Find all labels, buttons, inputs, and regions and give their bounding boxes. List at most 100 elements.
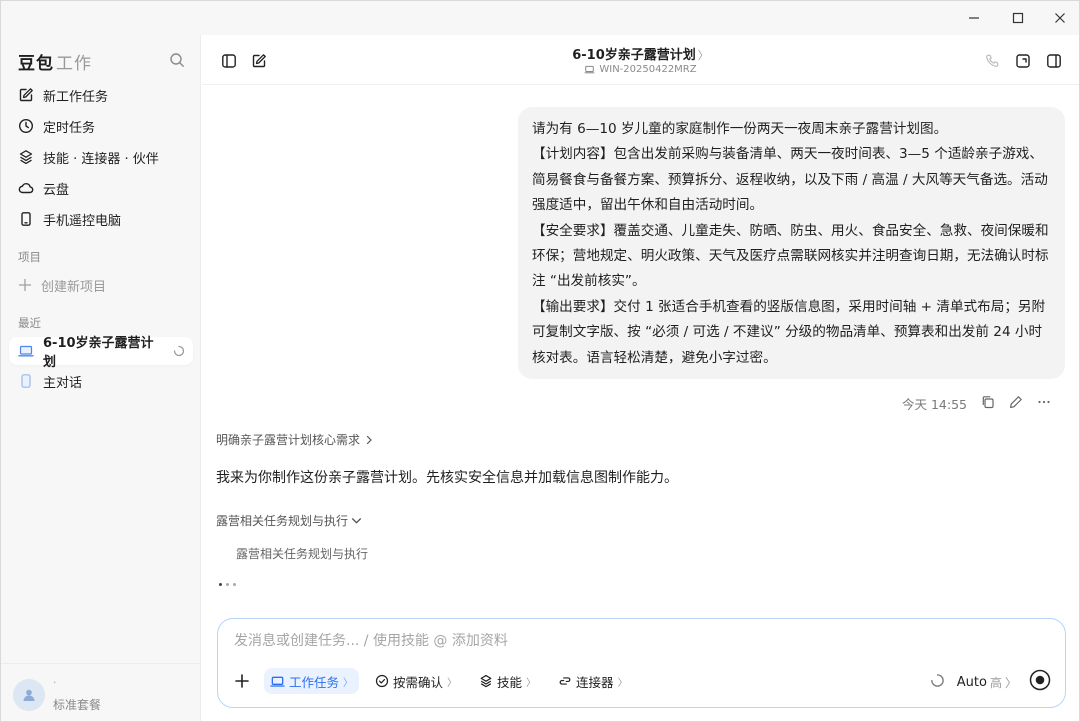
cloud-icon bbox=[18, 182, 34, 194]
task-plan-toggle[interactable]: 露营相关任务规划与执行 bbox=[216, 512, 362, 529]
right-panel-icon bbox=[1047, 54, 1061, 68]
brand-sub: 工作 bbox=[56, 54, 92, 74]
nav-phone-remote[interactable]: 手机遥控电脑 bbox=[9, 205, 193, 233]
chevron-right-icon: 〉 bbox=[526, 677, 537, 689]
phone-icon bbox=[21, 212, 31, 226]
chevron-right-icon: 〉 bbox=[1004, 675, 1017, 690]
loading-spinner bbox=[930, 673, 945, 692]
nav-cloud-drive[interactable]: 云盘 bbox=[9, 174, 193, 202]
recent-item-main-chat[interactable]: 主对话 bbox=[9, 367, 193, 395]
conversation-title[interactable]: 6-10岁亲子露营计划〉 bbox=[202, 44, 1079, 63]
chevron-right-icon: 〉 bbox=[343, 677, 354, 689]
avatar[interactable] bbox=[13, 679, 45, 711]
model-level: 高 bbox=[989, 675, 1002, 690]
message-composer: 工作任务〉 按需确认〉 技能〉 连接器〉 bbox=[217, 618, 1066, 708]
nav-phone-remote-label: 手机遥控电脑 bbox=[43, 213, 122, 229]
recent-item-main-chat-label: 主对话 bbox=[43, 375, 83, 391]
nav-skills-connectors-label: 技能 · 连接器 · 伙伴 bbox=[43, 151, 159, 167]
chevron-right-icon bbox=[366, 435, 372, 444]
brand-logo: 豆包 工作 bbox=[18, 49, 92, 74]
confirm-on-demand-button[interactable]: 按需确认〉 bbox=[369, 668, 463, 694]
more-icon bbox=[1038, 400, 1050, 403]
pencil-icon bbox=[1010, 395, 1022, 408]
search-icon bbox=[170, 53, 184, 67]
composer-right-tools: Auto 高 〉 bbox=[930, 669, 1051, 695]
recent-section-label: 最近 bbox=[18, 316, 41, 330]
device-name: WIN-20250422MRZ bbox=[599, 64, 697, 75]
app-window: 豆包 工作 新工作任务 定时任务 技能 · 连接器 · 伙伴 云盘 手机遥控电脑… bbox=[0, 0, 1080, 722]
message-timestamp: 今天 14:55 bbox=[902, 396, 967, 412]
link-icon bbox=[559, 677, 571, 685]
task-plan-item: 露营相关任务规划与执行 bbox=[236, 547, 369, 561]
task-plan-toggle-label: 露营相关任务规划与执行 bbox=[216, 514, 349, 528]
nav-new-task-label: 新工作任务 bbox=[43, 89, 109, 105]
chevron-down-icon bbox=[352, 518, 362, 524]
check-circle-icon bbox=[375, 674, 389, 688]
sidebar: 豆包 工作 新工作任务 定时任务 技能 · 连接器 · 伙伴 云盘 手机遥控电脑… bbox=[1, 35, 201, 721]
recent-item-camping-plan[interactable]: 6-10岁亲子露营计划 bbox=[9, 336, 193, 370]
plus-icon bbox=[235, 674, 249, 688]
loading-spinner-icon bbox=[173, 345, 185, 357]
laptop-icon bbox=[270, 676, 285, 687]
copy-window-icon bbox=[1016, 54, 1030, 68]
clock-icon bbox=[18, 118, 34, 134]
toggle-right-panel-button[interactable] bbox=[1043, 50, 1065, 72]
brand-main: 豆包 bbox=[18, 54, 54, 74]
conversation-header: 6-10岁亲子露营计划〉 WIN-20250422MRZ bbox=[202, 35, 1079, 85]
projects-section-label: 项目 bbox=[18, 250, 41, 264]
plus-icon bbox=[18, 278, 32, 292]
chevron-right-icon: 〉 bbox=[697, 49, 709, 62]
phone-call-icon bbox=[986, 54, 999, 67]
conversation-title-text: 6-10岁亲子露营计划 bbox=[572, 48, 696, 63]
account-panel[interactable]: · 标准套餐 bbox=[1, 663, 201, 721]
main-panel: 6-10岁亲子露营计划〉 WIN-20250422MRZ 请为有 6—10 岁儿… bbox=[202, 35, 1079, 721]
minimize-button[interactable] bbox=[956, 1, 992, 35]
assistant-reply-text: 我来为你制作这份亲子露营计划。先核实安全信息并加载信息图制作能力。 bbox=[216, 470, 678, 486]
step-summary-text: 明确亲子露营计划核心需求 bbox=[216, 433, 361, 447]
composer-toolbar: 工作任务〉 按需确认〉 技能〉 连接器〉 bbox=[230, 667, 634, 695]
laptop-icon bbox=[18, 345, 34, 357]
message-input[interactable] bbox=[234, 633, 1034, 649]
nav-scheduled-tasks[interactable]: 定时任务 bbox=[9, 112, 193, 140]
connectors-label: 连接器 bbox=[576, 674, 614, 690]
user-message-paragraph: 【输出要求】交付 1 张适合手机查看的竖版信息图，采用时间轴 + 清单式布局；另… bbox=[532, 298, 1046, 366]
account-plan: 标准套餐 bbox=[53, 698, 102, 712]
create-project-button[interactable]: 创建新项目 bbox=[9, 271, 193, 299]
layers-icon bbox=[19, 150, 33, 165]
work-task-mode-label: 工作任务 bbox=[289, 674, 340, 690]
user-icon bbox=[23, 689, 35, 701]
close-window-button[interactable] bbox=[1042, 1, 1078, 35]
model-selector[interactable]: Auto 高 〉 bbox=[957, 674, 1017, 691]
nav-scheduled-tasks-label: 定时任务 bbox=[43, 120, 96, 136]
maximize-button[interactable] bbox=[1000, 1, 1036, 35]
user-message-paragraph: 请为有 6—10 岁儿童的家庭制作一份两天一夜周末亲子露营计划图。 bbox=[532, 121, 948, 137]
stop-icon bbox=[1029, 669, 1051, 691]
message-actions: 今天 14:55 bbox=[902, 393, 1051, 413]
recent-item-camping-plan-label: 6-10岁亲子露营计划 bbox=[43, 336, 154, 370]
maximize-icon bbox=[1012, 12, 1024, 24]
add-attachment-button[interactable] bbox=[230, 668, 254, 694]
call-button[interactable] bbox=[981, 50, 1003, 72]
device-label: WIN-20250422MRZ bbox=[202, 64, 1079, 75]
edit-icon bbox=[19, 88, 33, 102]
stop-button[interactable] bbox=[1029, 669, 1051, 695]
nav-new-task[interactable]: 新工作任务 bbox=[9, 81, 193, 109]
edit-message-button[interactable] bbox=[1009, 395, 1023, 412]
user-message-paragraph: 【安全要求】覆盖交通、儿童走失、防晒、防虫、用火、食品安全、急救、夜间保暖和环保… bbox=[532, 222, 1049, 290]
skills-button[interactable]: 技能〉 bbox=[473, 668, 542, 694]
copy-message-button[interactable] bbox=[981, 395, 995, 412]
connectors-button[interactable]: 连接器〉 bbox=[552, 668, 634, 694]
step-summary-link[interactable]: 明确亲子露营计划核心需求 bbox=[216, 431, 374, 448]
user-message-paragraph: 【计划内容】包含出发前采购与装备清单、两天一夜时间表、3—5 个适龄亲子游戏、简… bbox=[532, 146, 1048, 214]
skills-label: 技能 bbox=[497, 674, 523, 690]
nav-skills-connectors[interactable]: 技能 · 连接器 · 伙伴 bbox=[9, 143, 193, 171]
more-options-button[interactable] bbox=[1037, 395, 1051, 412]
loading-spinner-icon bbox=[931, 673, 944, 687]
create-project-label: 创建新项目 bbox=[41, 279, 107, 295]
share-window-button[interactable] bbox=[1012, 50, 1034, 72]
chevron-right-icon: 〉 bbox=[617, 677, 628, 689]
confirm-on-demand-label: 按需确认 bbox=[393, 674, 444, 690]
phone-icon bbox=[21, 374, 31, 388]
search-button[interactable] bbox=[169, 52, 185, 72]
work-task-mode-button[interactable]: 工作任务〉 bbox=[264, 668, 360, 694]
